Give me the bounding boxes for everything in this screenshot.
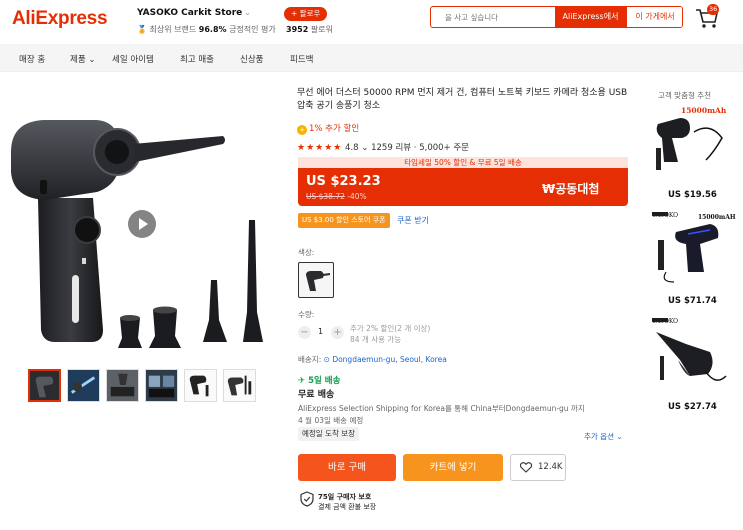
more-options-link[interactable]: 추가 옵션 ⌄	[584, 431, 623, 442]
nav-sale-items[interactable]: 세일 아이템	[112, 53, 154, 65]
ship-to-label: 배송지:	[298, 355, 322, 364]
nav-feedback[interactable]: 피드백	[290, 53, 313, 65]
free-shipping: 무료 배송	[298, 390, 335, 400]
chevron-down-icon[interactable]: ⌄	[361, 143, 368, 153]
review-count[interactable]: 1259 리뷰	[371, 143, 411, 153]
old-price-row: US $38.72 -40%	[306, 192, 367, 201]
product-thumbnail[interactable]	[106, 369, 139, 402]
buyer-protection-title: 75일 구매자 보호	[318, 493, 372, 501]
recommendations-title: 고객 맞춤형 추천	[658, 91, 712, 100]
nav-products-label[interactable]: 제품	[70, 55, 86, 65]
fast-delivery: ✈ 5일 배송	[298, 374, 340, 386]
recommended-product-tag: 15000mAH	[698, 214, 736, 221]
coin-discount-text[interactable]: 1% 추가 할인	[309, 124, 359, 134]
quantity-increase-button[interactable]: +	[331, 326, 344, 339]
product-thumbnail[interactable]	[223, 369, 256, 402]
ship-to-row[interactable]: 배송지: ⊙ Dongdaemun-gu, Seoul, Korea	[298, 354, 447, 365]
add-to-cart-button[interactable]: 카트에 넣기	[403, 454, 503, 481]
buy-now-button[interactable]: 바로 구매	[298, 454, 396, 481]
search-input[interactable]	[431, 7, 555, 27]
nav-new-arrivals[interactable]: 신상품	[240, 53, 263, 65]
search-aliexpress-button[interactable]: AliExpress에서	[555, 7, 626, 27]
buyer-protection-detail: 결제 금액 환불 보장	[318, 503, 377, 511]
store-name-text[interactable]: YASOKO Carkit Store	[137, 8, 242, 18]
product-title: 무선 에어 더스터 50000 RPM 먼지 제거 건, 컴퓨터 노트북 키보드…	[297, 88, 628, 111]
store-name[interactable]: YASOKO Carkit Store ⌄	[137, 8, 251, 18]
quantity-decrease-button[interactable]: −	[298, 326, 311, 339]
on-time-guarantee: 예정일 도착 보장	[298, 427, 360, 441]
search-bar: AliExpress에서 이 가게에서	[430, 6, 683, 28]
aliexpress-logo[interactable]: AliExpress	[12, 8, 108, 30]
product-thumbnail[interactable]	[145, 369, 178, 402]
coin-icon: +	[297, 125, 307, 135]
ship-to-address[interactable]: Dongdaemun-gu, Seoul, Korea	[332, 355, 446, 364]
plane-icon: ✈	[298, 376, 306, 386]
current-price: US $23.23	[306, 174, 381, 189]
quantity-value[interactable]: 1	[318, 327, 323, 336]
medal-icon: 🏅	[137, 25, 147, 34]
product-thumbnail[interactable]	[67, 369, 100, 402]
nav-top-selling[interactable]: 최고 매출	[180, 53, 214, 65]
recommended-product-brand: YASOKO	[652, 212, 679, 219]
rating-row: ★★★★★ 4.8 ⌄ 1259 리뷰 · 5,000+ 주문	[297, 141, 469, 153]
follow-button[interactable]: + 팔로우	[284, 7, 328, 21]
chevron-down-icon[interactable]: ⌄	[88, 55, 95, 65]
chevron-down-icon[interactable]: ⌄	[616, 432, 622, 441]
get-coupon-link[interactable]: 쿠폰 받기	[397, 215, 429, 226]
color-variant-option[interactable]	[298, 262, 334, 298]
followers-label: 팔로워	[310, 25, 333, 34]
recommended-product-image[interactable]	[650, 316, 729, 395]
follower-count: 3952 팔로워	[286, 24, 333, 35]
fast-delivery-text: 5일 배송	[308, 376, 341, 386]
star-rating-icon: ★★★★★	[297, 143, 343, 153]
play-video-button[interactable]	[128, 210, 156, 238]
wishlist-count: 12.4K	[538, 462, 563, 472]
rating-value: 4.8	[345, 143, 359, 153]
discount-percent: -40%	[347, 192, 367, 201]
store-meta: 🏅 최상위 브랜드 96.8% 긍정적인 평가	[137, 24, 276, 35]
location-icon: ⊙	[323, 355, 330, 364]
bulk-discount-note: 추가 2% 할인(2 개 이상)	[350, 324, 431, 333]
recommended-product-brand: YASOKO	[652, 318, 679, 325]
product-thumbnail[interactable]	[28, 369, 61, 402]
more-options-text[interactable]: 추가 옵션	[584, 432, 614, 441]
site-header: AliExpress YASOKO Carkit Store ⌄ 🏅 최상위 브랜…	[0, 0, 743, 44]
shield-icon	[300, 491, 314, 507]
search-store-button[interactable]: 이 가게에서	[626, 7, 682, 27]
sale-banner: 타임세일 50% 할인 & 무료 5일 배송	[298, 157, 628, 168]
separator: ·	[413, 143, 417, 153]
coin-discount[interactable]: +1% 추가 할인	[297, 122, 359, 135]
price-box: US $23.23 US $38.72 -40% ₩공동대첩	[298, 168, 628, 206]
recommended-product-price[interactable]: US $71.74	[668, 296, 717, 306]
positive-label: 긍정적인 평가	[229, 25, 276, 34]
product-thumbnail[interactable]	[184, 369, 217, 402]
color-label: 색상:	[298, 248, 315, 257]
chevron-down-icon[interactable]: ⌄	[244, 8, 251, 17]
promo-logo: ₩공동대첩	[542, 182, 600, 196]
store-badge: 최상위 브랜드	[149, 25, 197, 34]
original-price: US $38.72	[306, 192, 345, 201]
store-nav: 매장 홈 제품 ⌄ 세일 아이템 최고 매출 신상품 피드백	[0, 44, 743, 72]
wishlist-button[interactable]: 12.4K	[510, 454, 566, 481]
recommended-product-image[interactable]	[650, 210, 729, 289]
shipping-description: AliExpress Selection Shipping for Korea를…	[298, 404, 585, 425]
nav-store-home[interactable]: 매장 홈	[19, 53, 45, 65]
positive-rate: 96.8%	[198, 25, 227, 34]
followers-number: 3952	[286, 25, 309, 34]
stock-available: 84 개 사용 가능	[350, 335, 402, 344]
recommended-product-price[interactable]: US $19.56	[668, 190, 717, 200]
recommended-product-tag: 15000mAh	[681, 106, 727, 115]
heart-icon	[520, 462, 532, 473]
order-count: 5,000+ 주문	[419, 143, 470, 153]
recommended-product-price[interactable]: US $27.74	[668, 402, 717, 412]
nav-products[interactable]: 제품 ⌄	[70, 53, 95, 65]
quantity-label: 수량:	[298, 310, 315, 319]
store-coupon[interactable]: US $3.00 할인 스토어 쿠폰	[298, 213, 390, 228]
